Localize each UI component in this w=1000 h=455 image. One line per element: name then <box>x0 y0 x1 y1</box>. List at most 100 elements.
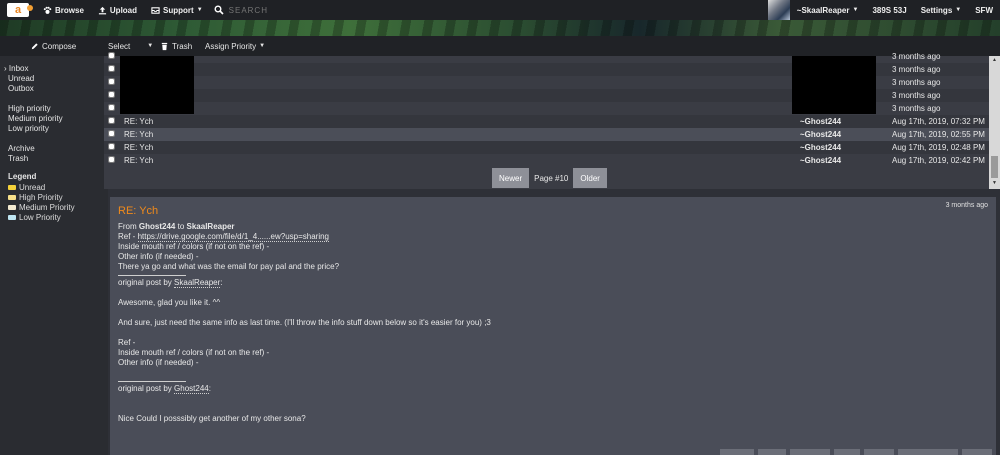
table-row[interactable]: RE: Ych ~Ghost244 Aug 17th, 2019, 02:42 … <box>104 154 989 167</box>
chevron-down-icon: ▼ <box>147 43 154 49</box>
sidebar-item-low-priority[interactable]: Low priority <box>8 124 108 134</box>
row-checkbox[interactable] <box>108 78 115 85</box>
sidebar-item-label: Inbox <box>8 64 29 73</box>
message-action-button[interactable] <box>864 449 894 455</box>
sidebar-item-high-priority[interactable]: High priority <box>8 104 108 114</box>
message-date: Aug 17th, 2019, 02:55 PM <box>892 130 985 139</box>
ref-prefix: Ref - <box>118 232 138 241</box>
row-checkbox[interactable] <box>108 91 115 98</box>
message-subject[interactable]: RE: Ych <box>124 156 153 165</box>
username-label: ~SkaalReaper <box>796 5 850 15</box>
rating-toggle[interactable]: SFW <box>968 0 1000 20</box>
envelope-icon <box>8 214 16 220</box>
quote-author-link[interactable]: Ghost244 <box>174 384 209 394</box>
older-button[interactable]: Older <box>573 168 607 188</box>
quote-suffix: : <box>220 278 223 287</box>
body-line: There ya go and what was the email for p… <box>118 262 340 271</box>
sidebar-item-unread[interactable]: Unread <box>8 74 108 84</box>
settings-label: Settings <box>920 5 953 15</box>
notification-counts-label: 389S 53J <box>872 5 907 15</box>
search-box[interactable] <box>210 5 349 15</box>
message-title: RE: Ych <box>118 205 159 217</box>
sender-link[interactable]: Ghost244 <box>139 222 175 231</box>
scroll-down-icon[interactable]: ▼ <box>991 181 998 186</box>
table-row[interactable]: RE: Ych ~Ghost244 Aug 17th, 2019, 02:48 … <box>104 141 989 154</box>
pen-icon <box>31 42 38 49</box>
message-sender[interactable]: ~Ghost244 <box>800 117 841 126</box>
sidebar-item-inbox[interactable]: › Inbox <box>4 64 108 74</box>
current-page: Page #10 <box>534 173 569 183</box>
message-action-button[interactable] <box>758 449 786 455</box>
compose-button[interactable]: Compose <box>30 36 76 56</box>
nav-browse-label: Browse <box>55 5 84 15</box>
nav-upload-label: Upload <box>109 5 138 15</box>
row-checkbox[interactable] <box>108 104 115 111</box>
quote-prefix: original post by <box>118 384 172 393</box>
legend-label: Unread <box>19 182 46 192</box>
row-checkbox[interactable] <box>108 65 115 72</box>
row-checkbox[interactable] <box>108 130 115 137</box>
row-checkbox[interactable] <box>108 52 115 59</box>
row-checkbox[interactable] <box>108 117 115 124</box>
search-input[interactable] <box>228 5 349 15</box>
sidebar-item-medium-priority[interactable]: Medium priority <box>8 114 108 124</box>
legend-label: Medium Priority <box>19 202 75 212</box>
message-action-button[interactable] <box>720 449 754 455</box>
quote-suffix: : <box>208 384 211 393</box>
user-menu[interactable]: ~SkaalReaper ▼ <box>790 0 866 20</box>
message-subject[interactable]: RE: Ych <box>124 117 153 126</box>
legend-label: Low Priority <box>19 212 61 222</box>
legend-label: High Priority <box>19 192 63 202</box>
body-line: Inside mouth ref / colors (if not on the… <box>118 242 270 251</box>
scrollbar-thumb[interactable] <box>991 156 998 178</box>
paw-icon <box>43 6 52 14</box>
message-sender[interactable]: ~Ghost244 <box>800 143 841 152</box>
compose-label: Compose <box>42 41 77 51</box>
sidebar-item-archive[interactable]: Archive <box>8 144 108 154</box>
legend-item-medium-priority: Medium Priority <box>8 202 108 212</box>
redacted-block <box>120 56 194 114</box>
legend-item-high-priority: High Priority <box>8 192 108 202</box>
nav-browse[interactable]: Browse <box>36 0 91 20</box>
row-checkbox[interactable] <box>108 156 115 163</box>
message-action-button[interactable] <box>790 449 830 455</box>
notification-counts[interactable]: 389S 53J <box>865 0 913 20</box>
search-icon <box>214 5 224 15</box>
message-action-button[interactable] <box>962 449 992 455</box>
message-date: 3 months ago <box>892 104 941 113</box>
scrollbar[interactable]: ▲ ▼ <box>989 56 1000 189</box>
newer-button[interactable]: Newer <box>492 168 530 188</box>
message-action-button[interactable] <box>898 449 958 455</box>
pagination: Newer Page #10 Older <box>492 168 607 188</box>
recipient-link[interactable]: SkaalReaper <box>187 222 235 231</box>
message-subject[interactable]: RE: Ych <box>124 143 153 152</box>
sidebar-item-trash[interactable]: Trash <box>8 154 108 164</box>
message-list: 3 months ago 3 months ago 3 months ago 3… <box>104 52 1000 189</box>
message-sender[interactable]: ~Ghost244 <box>800 130 841 139</box>
message-subject[interactable]: RE: Ych <box>124 130 153 139</box>
legend-item-unread: Unread <box>8 182 108 192</box>
avatar[interactable] <box>767 0 790 20</box>
site-banner <box>0 20 1000 36</box>
table-row[interactable]: RE: Ych ~Ghost244 Aug 17th, 2019, 02:55 … <box>104 128 989 141</box>
message-body: Ref - https://drive.google.com/file/d/1_… <box>118 232 988 424</box>
quote-prefix: original post by <box>118 278 172 287</box>
nav-support[interactable]: Support ▼ <box>144 0 210 20</box>
body-line: Ref - <box>118 338 136 347</box>
settings-menu[interactable]: Settings ▼ <box>914 0 969 20</box>
legend-item-low-priority: Low Priority <box>8 212 108 222</box>
message-date: 3 months ago <box>892 78 941 87</box>
nav-upload[interactable]: Upload <box>91 0 144 20</box>
site-logo[interactable]: a <box>0 0 36 20</box>
mailbox-sidebar: › Inbox Unread Outbox High priority Medi… <box>0 56 108 455</box>
row-checkbox[interactable] <box>108 143 115 150</box>
body-line: Other info (if needed) - <box>118 252 199 261</box>
table-row[interactable]: RE: Ych ~Ghost244 Aug 17th, 2019, 07:32 … <box>104 115 989 128</box>
message-sender[interactable]: ~Ghost244 <box>800 156 841 165</box>
top-navigation-bar: a Browse Upload Support ▼ ~SkaalReaper ▼… <box>0 0 1000 20</box>
quote-author-link[interactable]: SkaalReaper <box>174 278 221 288</box>
scroll-up-icon[interactable]: ▲ <box>991 58 998 63</box>
ref-link[interactable]: https://drive.google.com/file/d/1_4.....… <box>137 232 330 242</box>
sidebar-item-outbox[interactable]: Outbox <box>8 84 108 94</box>
message-action-button[interactable] <box>834 449 860 455</box>
